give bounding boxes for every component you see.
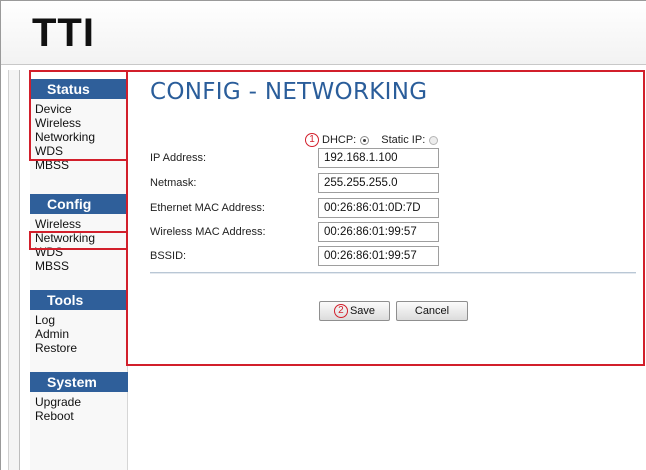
dhcp-radio[interactable] (360, 135, 370, 145)
step-badge-2: 2 (333, 304, 348, 318)
sidebar-item-config-wds[interactable]: WDS (30, 245, 128, 259)
wireless-mac-field: 00:26:86:01:99:57 (318, 222, 439, 242)
sidebar-item-reboot[interactable]: Reboot (30, 409, 128, 423)
step-badge-1: 1 (305, 133, 319, 147)
ip-address-field[interactable]: 192.168.1.100 (318, 148, 439, 168)
sidebar-item-upgrade[interactable]: Upgrade (30, 395, 128, 409)
static-ip-radio[interactable] (429, 135, 439, 145)
nav-header-status: Status (30, 79, 128, 99)
nav-section-config: Config Wireless Networking WDS MBSS (30, 194, 128, 273)
sidebar-item-status-wireless[interactable]: Wireless (30, 116, 128, 130)
cancel-button[interactable]: Cancel (396, 301, 468, 321)
nav-header-config: Config (30, 194, 128, 214)
left-rail (8, 70, 20, 470)
wireless-mac-label: Wireless MAC Address: (150, 226, 266, 238)
dhcp-label: DHCP: (322, 134, 357, 146)
sidebar-item-admin[interactable]: Admin (30, 327, 128, 341)
header: TTI (1, 1, 646, 65)
page-title: CONFIG - NETWORKING (150, 79, 428, 105)
sidebar-item-config-networking[interactable]: Networking (30, 231, 128, 245)
nav-section-system: System Upgrade Reboot (30, 372, 128, 423)
nav-section-tools: Tools Log Admin Restore (30, 290, 128, 355)
nav-header-tools: Tools (30, 290, 128, 310)
sidebar-item-status-networking[interactable]: Networking (30, 130, 128, 144)
netmask-label: Netmask: (150, 177, 197, 189)
sidebar-item-device[interactable]: Device (30, 102, 128, 116)
save-button[interactable]: 2 Save (319, 301, 390, 321)
sidebar-item-log[interactable]: Log (30, 313, 128, 327)
sidebar: Status Device Wireless Networking WDS MB… (30, 79, 128, 470)
section-divider (150, 272, 636, 274)
ip-mode-selector: 1 DHCP: Static IP: (305, 133, 450, 147)
ethernet-mac-field: 00:26:86:01:0D:7D (318, 198, 439, 218)
netmask-field[interactable]: 255.255.255.0 (318, 173, 439, 193)
sidebar-item-restore[interactable]: Restore (30, 341, 128, 355)
ip-address-label: IP Address: (150, 152, 207, 164)
bssid-field: 00:26:86:01:99:57 (318, 246, 439, 266)
sidebar-item-config-mbss[interactable]: MBSS (30, 259, 128, 273)
sidebar-item-status-wds[interactable]: WDS (30, 144, 128, 158)
logo: TTI (32, 11, 95, 55)
static-ip-label: Static IP: (381, 134, 426, 146)
nav-section-status: Status Device Wireless Networking WDS MB… (30, 79, 128, 172)
nav-header-system: System (30, 372, 128, 392)
sidebar-item-status-mbss[interactable]: MBSS (30, 158, 128, 172)
save-button-label: Save (349, 305, 376, 317)
sidebar-item-config-wireless[interactable]: Wireless (30, 217, 128, 231)
cancel-button-label: Cancel (414, 305, 450, 317)
bssid-label: BSSID: (150, 250, 187, 262)
ethernet-mac-label: Ethernet MAC Address: (150, 202, 265, 214)
